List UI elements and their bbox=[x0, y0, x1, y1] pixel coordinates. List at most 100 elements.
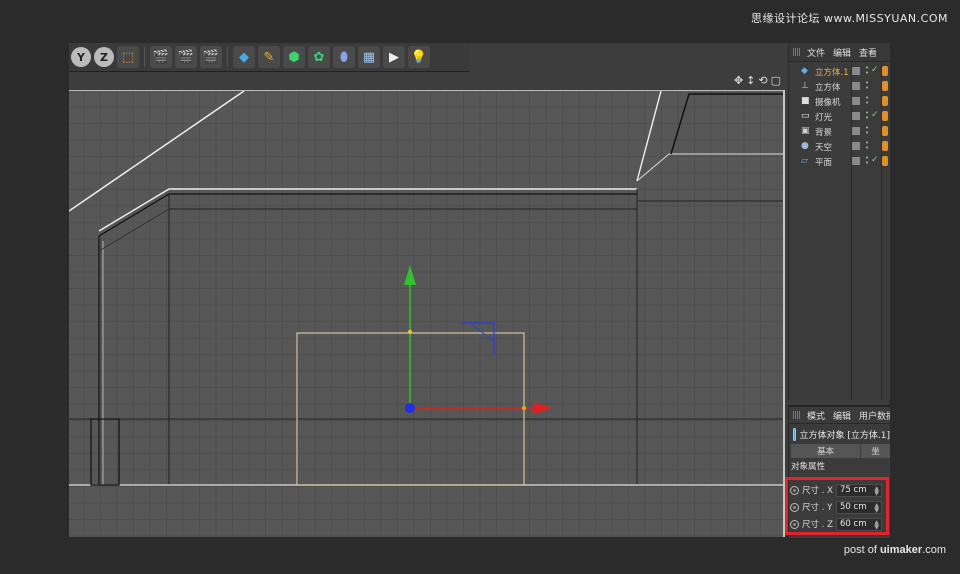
object-name[interactable]: 立方体.1 bbox=[815, 66, 849, 78]
layer-tag-icon[interactable] bbox=[852, 112, 860, 120]
subdivision-surface-icon[interactable]: ⬢ bbox=[283, 46, 305, 68]
visibility-dots-icon[interactable]: • • bbox=[865, 65, 869, 77]
object-list: ◆ 立方体.1 • • ✓ ⊥ 立方体 • • ■ 摄像机 • • ▭ 灯光 • • ✓ ▣ 背景 • • ● 天空 • • ▱ 平面… bbox=[789, 62, 890, 169]
object-row[interactable]: ■ 摄像机 • • bbox=[789, 94, 890, 109]
enabled-check-icon[interactable]: ✓ bbox=[871, 65, 879, 75]
scene-right-diagonal-highlight bbox=[636, 91, 662, 182]
scene-wall-top-outline bbox=[98, 193, 637, 237]
object-manager-panel: 文件 编辑 查看 ◆ 立方体.1 • • ✓ ⊥ 立方体 • • ■ 摄像机 • • ▭ 灯光 • • ✓ ▣ 背景 •… bbox=[788, 43, 890, 400]
light-bulb-icon[interactable]: 💡 bbox=[408, 46, 430, 68]
visibility-dots-icon[interactable]: • • bbox=[865, 95, 869, 107]
cube-object-icon bbox=[793, 427, 796, 441]
viewport-header: ✥ ↕ ⟲ ▢ bbox=[69, 72, 785, 90]
material-tag-icon[interactable] bbox=[882, 66, 888, 76]
z-axis-handle bbox=[462, 322, 495, 355]
render-view-icon[interactable]: 🎬 bbox=[150, 46, 172, 68]
toolbar-divider bbox=[144, 47, 145, 67]
cloner-icon[interactable]: ✿ bbox=[308, 46, 330, 68]
rotate-view-icon[interactable]: ⟲ bbox=[758, 74, 767, 87]
attribute-tabs: 基本 坐 bbox=[791, 444, 890, 458]
z-axis-handle-diag bbox=[468, 322, 495, 342]
panel-grip-icon[interactable] bbox=[793, 48, 801, 56]
material-tag-icon[interactable] bbox=[882, 96, 888, 106]
material-tag-icon[interactable] bbox=[882, 81, 888, 91]
visibility-dots-icon[interactable]: • • bbox=[865, 110, 869, 122]
scene-wall-top-highlight bbox=[98, 188, 637, 232]
footer-prefix: post of bbox=[843, 544, 877, 556]
object-row[interactable]: ● 天空 • • bbox=[789, 139, 890, 154]
coordinate-system-icon[interactable]: ⬚ bbox=[117, 46, 139, 68]
object-name[interactable]: 灯光 bbox=[815, 111, 832, 123]
object-row[interactable]: ▣ 背景 • • bbox=[789, 124, 890, 139]
object-name[interactable]: 摄像机 bbox=[815, 96, 841, 108]
cube-primitive-icon[interactable]: ◆ bbox=[233, 46, 255, 68]
visibility-dots-icon[interactable]: • • bbox=[865, 155, 869, 167]
maximize-view-icon[interactable]: ▢ bbox=[771, 74, 781, 87]
object-name[interactable]: 立方体 bbox=[815, 81, 841, 93]
footer-brand: uimaker bbox=[879, 544, 923, 556]
camera-icon[interactable]: ▶ bbox=[383, 46, 405, 68]
watermark-text: 思缘设计论坛 www.MISSYUAN.COM bbox=[750, 12, 948, 25]
viewport-nav-controls: ✥ ↕ ⟲ ▢ bbox=[734, 74, 781, 87]
menu-edit[interactable]: 编辑 bbox=[833, 409, 851, 422]
floor-grid-icon[interactable]: ▦ bbox=[358, 46, 380, 68]
visibility-dots-icon[interactable]: • • bbox=[865, 125, 869, 137]
y-axis-handle-point bbox=[407, 329, 413, 335]
tab-coordinates[interactable]: 坐 bbox=[861, 444, 890, 458]
object-row[interactable]: ◆ 立方体.1 • • ✓ bbox=[789, 64, 890, 79]
3d-viewport[interactable] bbox=[69, 90, 785, 537]
footer-credit: post of uimaker.com bbox=[844, 544, 946, 556]
object-row[interactable]: ▱ 平面 • • ✓ bbox=[789, 154, 890, 169]
move-view-icon[interactable]: ✥ bbox=[734, 74, 743, 87]
layer-tag-icon[interactable] bbox=[852, 82, 860, 90]
object-type-icon: ◆ bbox=[801, 66, 808, 76]
object-type-icon: ■ bbox=[801, 96, 810, 106]
attribute-manager-menubar: 模式 编辑 用户数据 bbox=[789, 407, 890, 424]
pen-spline-icon[interactable]: ✎ bbox=[258, 46, 280, 68]
visibility-dots-icon[interactable]: • • bbox=[865, 80, 869, 92]
layer-tag-icon[interactable] bbox=[852, 97, 860, 105]
cinema4d-window: Y Z ⬚ 🎬 🎬 🎬 ◆ ✎ ⬢ ✿ ⬮ ▦ ▶ 💡 ✥ ↕ ⟲ ▢ 文件 编… bbox=[69, 43, 890, 538]
render-settings-icon[interactable]: 🎬 bbox=[200, 46, 222, 68]
z-axis-toggle-button[interactable]: Z bbox=[94, 47, 114, 67]
toolbar-divider bbox=[227, 47, 228, 67]
object-name[interactable]: 天空 bbox=[815, 141, 832, 153]
highlight-annotation-box bbox=[785, 477, 889, 535]
menu-user-data[interactable]: 用户数据 bbox=[859, 409, 890, 422]
menu-view[interactable]: 查看 bbox=[859, 46, 877, 59]
footer-suffix: .com bbox=[922, 544, 946, 556]
menu-edit[interactable]: 编辑 bbox=[833, 46, 851, 59]
object-row[interactable]: ⊥ 立方体 • • bbox=[789, 79, 890, 94]
material-tag-icon[interactable] bbox=[882, 111, 888, 121]
object-row[interactable]: ▭ 灯光 • • ✓ bbox=[789, 109, 890, 124]
menu-file[interactable]: 文件 bbox=[807, 46, 825, 59]
tab-basic[interactable]: 基本 bbox=[791, 444, 861, 458]
scene-right-shelf bbox=[636, 153, 783, 182]
x-axis-arrow-head bbox=[533, 402, 553, 414]
zoom-view-icon[interactable]: ↕ bbox=[746, 74, 755, 87]
panel-grip-icon[interactable] bbox=[793, 411, 801, 419]
enabled-check-icon[interactable]: ✓ bbox=[871, 110, 879, 120]
deformer-icon[interactable]: ⬮ bbox=[333, 46, 355, 68]
y-axis-toggle-button[interactable]: Y bbox=[71, 47, 91, 67]
render-picture-queue-icon[interactable]: 🎬 bbox=[175, 46, 197, 68]
object-type-icon: ⊥ bbox=[801, 81, 809, 91]
main-toolbar: Y Z ⬚ 🎬 🎬 🎬 ◆ ✎ ⬢ ✿ ⬮ ▦ ▶ 💡 bbox=[69, 43, 469, 72]
x-axis-handle-point bbox=[521, 405, 527, 411]
attribute-object-title: 立方体对象 [立方体.1] bbox=[799, 430, 890, 441]
visibility-dots-icon[interactable]: • • bbox=[865, 140, 869, 152]
layer-tag-icon[interactable] bbox=[852, 142, 860, 150]
material-tag-icon[interactable] bbox=[882, 141, 888, 151]
layer-tag-icon[interactable] bbox=[852, 157, 860, 165]
object-name[interactable]: 平面 bbox=[815, 156, 832, 168]
layer-tag-icon[interactable] bbox=[852, 67, 860, 75]
scene-wall-left-outline bbox=[98, 236, 119, 486]
menu-mode[interactable]: 模式 bbox=[807, 409, 825, 422]
object-name[interactable]: 背景 bbox=[815, 126, 832, 138]
object-type-icon: ▣ bbox=[801, 126, 810, 136]
viewport-scene bbox=[69, 91, 783, 486]
enabled-check-icon[interactable]: ✓ bbox=[871, 155, 879, 165]
material-tag-icon[interactable] bbox=[882, 156, 888, 166]
material-tag-icon[interactable] bbox=[882, 126, 888, 136]
layer-tag-icon[interactable] bbox=[852, 127, 860, 135]
